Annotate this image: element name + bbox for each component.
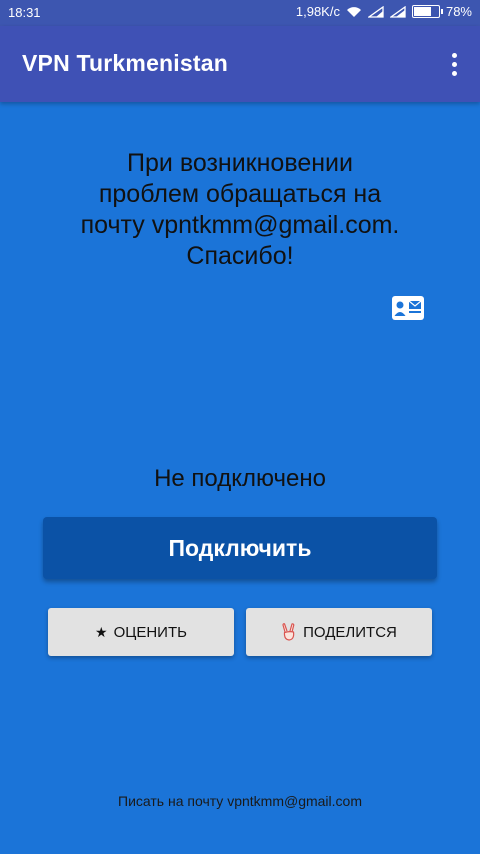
battery-level [413, 7, 432, 16]
app-title: VPN Turkmenistan [22, 50, 228, 76]
rate-label: ОЦЕНИТЬ [113, 623, 187, 641]
star-icon: ★ [95, 624, 108, 640]
status-bar: 18:31 1,98K/c 78% [0, 0, 480, 26]
message-line: проблем обращаться на [98, 180, 382, 208]
more-vert-icon[interactable] [442, 48, 466, 80]
victory-hand-icon [282, 623, 295, 641]
footer-email-link[interactable]: Писать на почту vpntkmm@gmail.com [0, 793, 480, 809]
network-speed: 1,98K/c [295, 4, 340, 19]
signal-icon [367, 5, 384, 18]
message-line: Спасибо! [186, 242, 294, 270]
contact-mail-icon[interactable] [392, 296, 424, 320]
share-button[interactable]: ПОДЕЛИТСЯ [246, 608, 432, 656]
app-bar: VPN Turkmenistan [0, 26, 480, 102]
message-line: При возникновении [127, 149, 353, 177]
rate-button[interactable]: ★ ОЦЕНИТЬ [48, 608, 234, 656]
menu-dot [451, 52, 457, 58]
connection-status: Не подключено [154, 465, 326, 492]
menu-dot [451, 61, 457, 67]
connect-button[interactable]: Подключить [43, 517, 437, 579]
status-time: 18:31 [8, 5, 41, 20]
status-icons: 1,98K/c 78% [296, 4, 472, 19]
menu-dot [451, 70, 457, 76]
wifi-icon [346, 6, 361, 17]
message-line: почту vpntkmm@gmail.com. [80, 211, 400, 239]
support-message: При возникновении проблем обращаться на … [40, 148, 440, 272]
battery-icon [411, 5, 443, 18]
signal-icon [389, 5, 406, 18]
share-label: ПОДЕЛИТСЯ [303, 623, 397, 641]
battery-percent: 78% [445, 4, 472, 19]
